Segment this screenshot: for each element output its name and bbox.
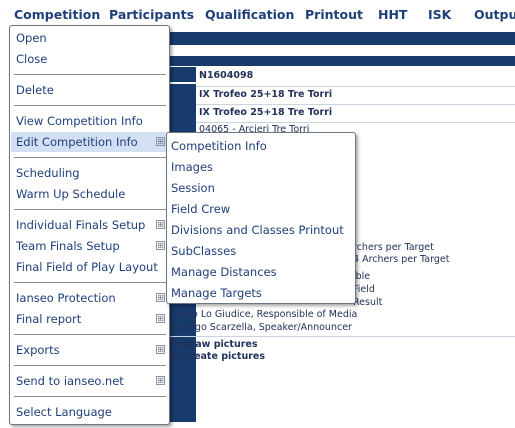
submenu-expand-icon: ⊞: [156, 345, 165, 354]
crew-role-3: Result: [353, 297, 383, 308]
menubar-hht[interactable]: HHT: [378, 7, 407, 22]
menu-item-final-field-of-play-layout[interactable]: Final Field of Play Layout: [11, 257, 168, 277]
menubar-qualification[interactable]: Qualification: [205, 7, 294, 22]
menu-item-label: Edit Competition Info: [16, 135, 138, 149]
submenu-expand-icon: ⊞: [156, 241, 165, 250]
menu-item-label: Exports: [16, 343, 60, 357]
menu-item-send-to-ianseo[interactable]: Send to ianseo.net ⊞: [11, 371, 168, 391]
menu-item-select-language[interactable]: Select Language: [11, 402, 168, 422]
menu-item-label: Send to ianseo.net: [16, 374, 124, 388]
menu-item-label: Ianseo Protection: [16, 291, 116, 305]
menu-item-edit-competition-info[interactable]: Edit Competition Info ⊞: [11, 132, 168, 152]
submenu-item-manage-distances[interactable]: Manage Distances: [171, 265, 277, 279]
menu-item-warm-up-schedule[interactable]: Warm Up Schedule: [11, 184, 168, 204]
menu-item-label: Final Field of Play Layout: [16, 260, 158, 274]
submenu-expand-icon: ⊞: [156, 376, 165, 385]
menu-item-exports[interactable]: Exports ⊞: [11, 340, 168, 360]
submenu-expand-icon: ⊞: [156, 137, 165, 146]
menubar-isk[interactable]: ISK: [428, 7, 451, 22]
menu-divider: [14, 396, 166, 397]
row-header-cell: [170, 67, 196, 82]
menu-divider: [14, 105, 166, 106]
menu-item-final-report[interactable]: Final report ⊞: [11, 309, 168, 329]
submenu-item-field-crew[interactable]: Field Crew: [171, 202, 230, 216]
row-divider: [196, 104, 515, 105]
targets-line-2: 4 Archers per Target: [353, 254, 450, 265]
menu-item-label: Select Language: [16, 405, 112, 419]
submenu-expand-icon: ⊞: [156, 293, 165, 302]
crew-member-speaker: Ardingo Scarzella, Speaker/Announcer: [170, 322, 352, 333]
menu-item-scheduling[interactable]: Scheduling: [11, 163, 168, 183]
row-divider: [170, 336, 515, 337]
menu-item-delete[interactable]: Delete: [11, 80, 168, 100]
submenu-expand-icon: ⊞: [156, 220, 165, 229]
menu-item-ianseo-protection[interactable]: Ianseo Protection ⊞: [11, 288, 168, 308]
row-divider: [196, 86, 515, 87]
menu-item-label: View Competition Info: [16, 114, 143, 128]
submenu-item-subclasses[interactable]: SubClasses: [171, 244, 236, 258]
submenu-item-session[interactable]: Session: [171, 181, 215, 195]
submenu-item-manage-targets[interactable]: Manage Targets: [171, 286, 262, 300]
menu-divider: [14, 334, 166, 335]
menu-item-label: Close: [16, 52, 48, 66]
menu-item-view-competition-info[interactable]: View Competition Info: [11, 111, 168, 131]
menu-item-label: Delete: [16, 83, 54, 97]
menu-item-label: Final report: [16, 312, 82, 326]
competition-code: N1604098: [199, 70, 254, 81]
menubar-participants[interactable]: Participants: [109, 7, 194, 22]
menubar-competition[interactable]: Competition: [14, 7, 100, 22]
menu-item-team-finals-setup[interactable]: Team Finals Setup ⊞: [11, 236, 168, 256]
crew-role-2: Field: [353, 284, 375, 295]
targets-line-1: rchers per Target: [353, 242, 434, 253]
menu-divider: [14, 157, 166, 158]
competition-name: IX Trofeo 25+18 Tre Torri: [199, 89, 333, 100]
submenu-expand-icon: ⊞: [156, 314, 165, 323]
menu-item-open[interactable]: Open: [11, 28, 168, 48]
menubar-printout[interactable]: Printout: [305, 7, 363, 22]
edit-competition-info-submenu: Competition Info Images Session Field Cr…: [166, 132, 356, 304]
menu-item-label: Scheduling: [16, 166, 80, 180]
menu-item-label: Open: [16, 31, 47, 45]
section-header-bar: [165, 56, 515, 66]
menu-item-close[interactable]: Close: [11, 49, 168, 69]
submenu-item-divisions-classes-printout[interactable]: Divisions and Classes Printout: [171, 223, 344, 237]
menu-divider: [14, 209, 166, 210]
crew-member-media: Guido Lo Giudice, Responsible of Media: [170, 309, 358, 320]
competition-dropdown-menu: Open Close Delete View Competition Info …: [9, 25, 170, 425]
page-header-bar: [165, 32, 515, 45]
submenu-item-images[interactable]: Images: [171, 160, 213, 174]
menu-divider: [14, 282, 166, 283]
menubar-output[interactable]: Output: [474, 7, 515, 22]
competition-long-name: IX Trofeo 25+18 Tre Torri: [199, 107, 333, 118]
menu-item-label: Individual Finals Setup: [16, 218, 146, 232]
menu-divider: [14, 365, 166, 366]
menu-divider: [14, 74, 166, 75]
menu-item-label: Team Finals Setup: [16, 239, 120, 253]
recreate-pictures-link[interactable]: Recreate pictures: [170, 351, 265, 362]
menu-item-label: Warm Up Schedule: [16, 187, 126, 201]
menu-item-individual-finals-setup[interactable]: Individual Finals Setup ⊞: [11, 215, 168, 235]
redraw-pictures-link[interactable]: Redraw pictures: [170, 339, 258, 350]
row-divider: [196, 122, 515, 123]
submenu-item-competition-info[interactable]: Competition Info: [171, 139, 267, 153]
